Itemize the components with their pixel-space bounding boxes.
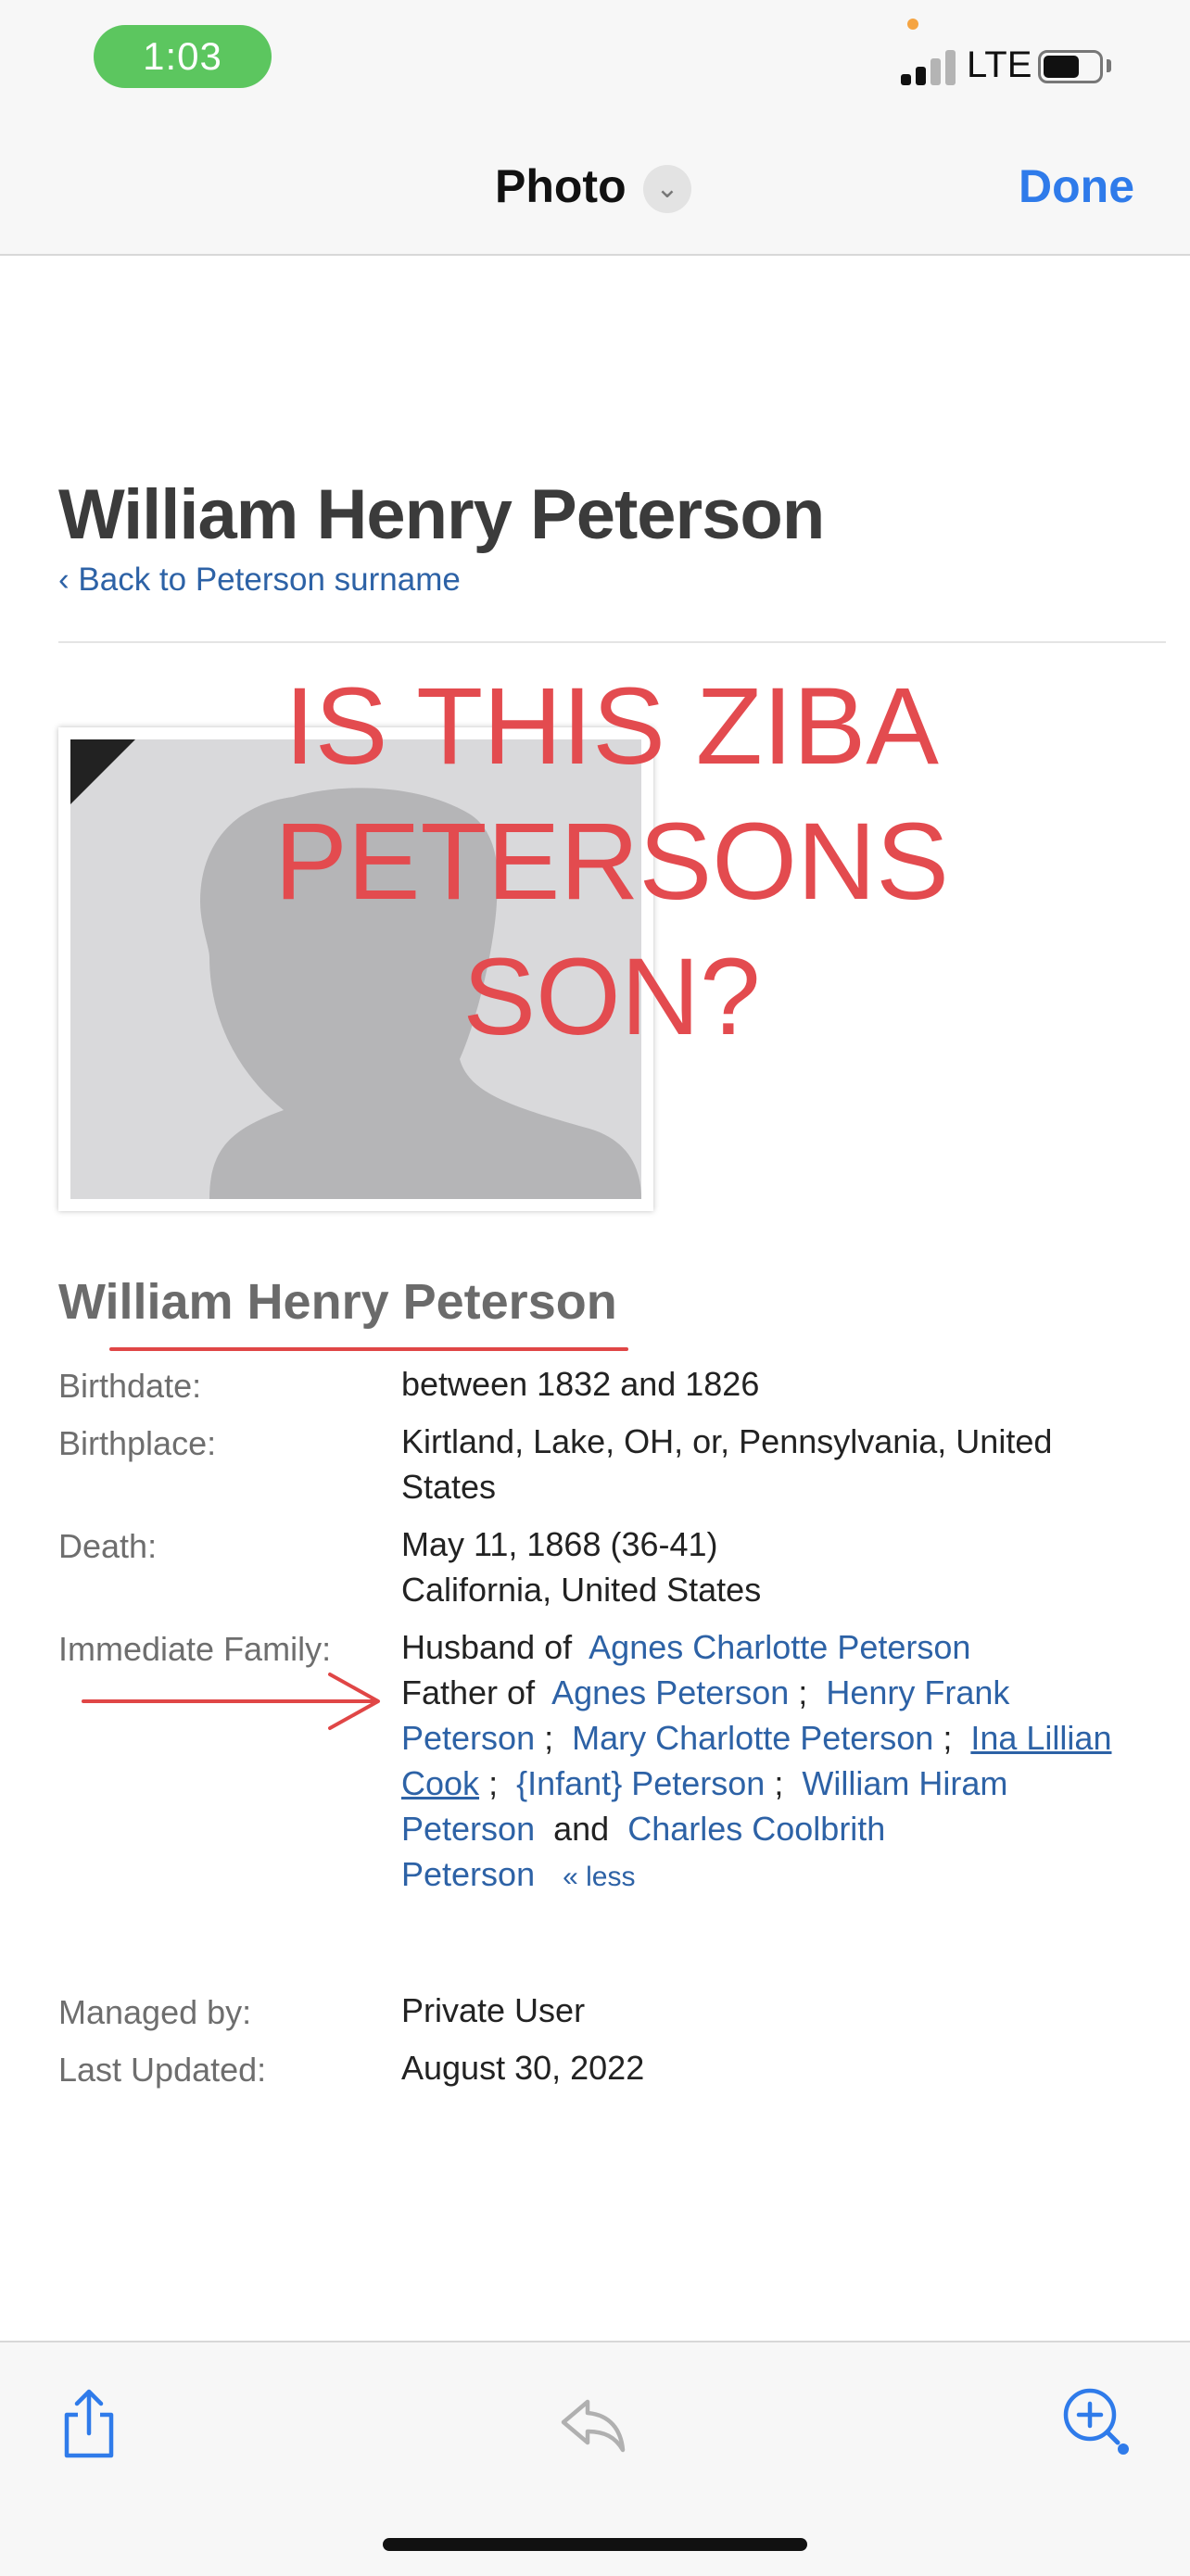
- child-link[interactable]: William Hiram: [802, 1764, 1007, 1802]
- status-bar: 1:03 LTE: [0, 0, 1190, 130]
- child-link[interactable]: Peterson: [401, 1855, 535, 1893]
- child-link[interactable]: Peterson: [401, 1810, 535, 1848]
- managed-by-label: Managed by:: [58, 1993, 252, 2031]
- family-label: Immediate Family:: [58, 1630, 332, 1668]
- children-row: Peterson ; Mary Charlotte Peterson ; Ina…: [401, 1715, 1111, 1761]
- death-place: California, United States: [401, 1571, 762, 1609]
- birthdate-label: Birthdate:: [58, 1367, 202, 1405]
- page-title: William Henry Peterson: [58, 475, 825, 554]
- children-row: Cook ; {Infant} Peterson ; William Hiram: [401, 1761, 1111, 1806]
- divider: [58, 641, 1166, 643]
- last-updated-value: August 30, 2022: [401, 2049, 645, 2087]
- child-link[interactable]: Cook: [401, 1764, 479, 1802]
- navigation-bar: Photo ⌄ Done: [0, 130, 1190, 256]
- separator: ;: [943, 1719, 953, 1757]
- markup-icon[interactable]: [1057, 2381, 1131, 2456]
- show-less-link[interactable]: « less: [563, 1862, 635, 1892]
- family-value: Husband of Agnes Charlotte Peterson Fath…: [401, 1624, 1111, 1900]
- child-link[interactable]: Mary Charlotte Peterson: [572, 1719, 933, 1757]
- share-icon[interactable]: [52, 2387, 126, 2461]
- reply-icon[interactable]: [556, 2389, 630, 2463]
- managed-by-value: Private User: [401, 1991, 586, 2029]
- child-link[interactable]: Charles Coolbrith: [627, 1810, 885, 1848]
- birthdate-value: between 1832 and 1826: [401, 1365, 760, 1403]
- spouse-link[interactable]: Agnes Charlotte Peterson: [589, 1628, 970, 1666]
- last-updated-label: Last Updated:: [58, 2051, 267, 2089]
- chevron-down-icon[interactable]: ⌄: [643, 165, 691, 213]
- children-row: Peterson and Charles Coolbrith: [401, 1806, 1111, 1851]
- handwritten-annotation: IS THIS ZIBA PETERSONS SON?: [274, 665, 949, 1058]
- separator: ;: [544, 1719, 554, 1757]
- battery-icon: [1038, 50, 1103, 83]
- death-value: May 11, 1868 (36-41) California, United …: [401, 1522, 761, 1612]
- child-link[interactable]: Agnes Peterson: [551, 1673, 789, 1711]
- child-link[interactable]: Peterson: [401, 1719, 535, 1757]
- child-link[interactable]: Henry Frank: [826, 1673, 1009, 1711]
- network-type: LTE: [967, 44, 1032, 85]
- signal-icon: [901, 48, 958, 85]
- birthplace-line: Kirtland, Lake, OH, or, Pennsylvania, Un…: [401, 1422, 1053, 1460]
- separator: ;: [798, 1673, 808, 1711]
- done-button[interactable]: Done: [1019, 159, 1134, 213]
- birthplace-line: States: [401, 1468, 497, 1506]
- children-row: Peterson « less: [401, 1851, 1111, 1900]
- husband-row: Husband of Agnes Charlotte Peterson: [401, 1624, 1111, 1670]
- photo-content: William Henry Peterson ‹ Back to Peterso…: [0, 256, 1190, 2341]
- annotation-arrow-icon: [82, 1673, 380, 1730]
- and-word: and: [553, 1810, 610, 1848]
- privacy-indicator-dot: [907, 19, 918, 30]
- profile-name-heading: William Henry Peterson: [58, 1274, 617, 1330]
- father-prefix: Father of: [401, 1673, 536, 1711]
- children-row: Father of Agnes Peterson ; Henry Frank: [401, 1670, 1111, 1715]
- child-link[interactable]: Ina Lillian: [970, 1719, 1111, 1757]
- nav-title[interactable]: Photo: [495, 159, 627, 213]
- battery-tip: [1107, 59, 1111, 72]
- birthplace-label: Birthplace:: [58, 1424, 217, 1462]
- photo-corner-ribbon: [70, 739, 135, 804]
- separator: ;: [774, 1764, 784, 1802]
- death-label: Death:: [58, 1527, 158, 1565]
- birthplace-value: Kirtland, Lake, OH, or, Pennsylvania, Un…: [401, 1419, 1052, 1509]
- annotation-underline: [109, 1347, 628, 1351]
- husband-prefix: Husband of: [401, 1628, 573, 1666]
- home-indicator[interactable]: [383, 2538, 807, 2551]
- back-to-surname-link[interactable]: ‹ Back to Peterson surname: [58, 562, 461, 599]
- child-link[interactable]: {Infant} Peterson: [516, 1764, 765, 1802]
- death-date: May 11, 1868 (36-41): [401, 1525, 718, 1563]
- separator: ;: [488, 1764, 499, 1802]
- status-time[interactable]: 1:03: [94, 25, 272, 88]
